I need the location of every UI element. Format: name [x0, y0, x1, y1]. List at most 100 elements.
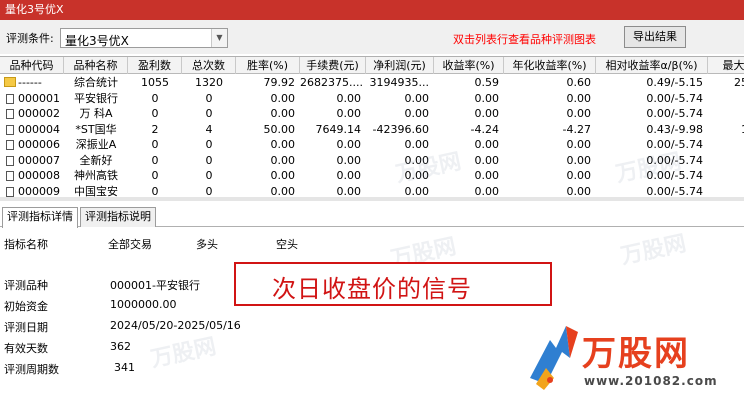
cell-max: [708, 153, 744, 169]
col-header-return[interactable]: 收益率(%): [434, 57, 504, 74]
cell-name: 深振业A: [75, 138, 117, 151]
export-results-button[interactable]: 导出结果: [624, 26, 686, 48]
cell-return: 0.59: [474, 76, 500, 89]
col-header-total[interactable]: 总次数: [182, 57, 236, 74]
cell-code: 000001: [0, 91, 64, 107]
cell-wins: 2: [151, 122, 159, 136]
table-row[interactable]: 000006 深振业A 0 0 0.00 0.00 0.00 0.00 0.00 0.00/-5.…: [0, 137, 744, 153]
watermark-logo: 万股网: [618, 231, 689, 270]
cell-wins: 1055: [141, 76, 169, 89]
brand-name: 万股网: [582, 334, 690, 374]
detail-header-all: 全部交易: [108, 238, 152, 251]
cell-fee: 0.00: [336, 184, 362, 198]
cell-fee: 7649.14: [315, 122, 362, 136]
folder-icon: [4, 77, 16, 87]
cell-max: [708, 184, 744, 199]
detail-value-valid-days: 362: [110, 340, 131, 353]
cell-return: 0.00: [474, 91, 500, 105]
cell-code: ------: [0, 75, 64, 91]
cell-total: 0: [205, 91, 213, 105]
cell-fee: 0.00: [336, 169, 362, 182]
cell-code: 000004: [0, 122, 64, 138]
detail-value-capital: 1000000.00: [110, 298, 177, 311]
col-header-fee[interactable]: 手续费(元): [300, 57, 366, 74]
cell-code: 000002: [0, 106, 64, 122]
tab-metric-details[interactable]: 评测指标详情: [2, 207, 78, 228]
cell-winrate: 0.00: [270, 91, 296, 105]
cell-wins: 0: [151, 153, 159, 167]
col-header-profit[interactable]: 净利润(元): [366, 57, 434, 74]
cell-relative-return: 0.43/-9.98: [646, 122, 703, 136]
detail-value-date: 2024/05/20-2025/05/16: [110, 319, 241, 332]
cell-total: 1320: [195, 76, 223, 89]
watermark-logo: 万股网: [148, 334, 219, 373]
cell-profit: 0.00: [404, 169, 430, 182]
table-row[interactable]: 000008 神州高铁 0 0 0.00 0.00 0.00 0.00 0.00 0.00/-5.…: [0, 168, 744, 184]
cell-max: [708, 137, 744, 153]
detail-header-long: 多头: [196, 238, 218, 251]
table-row[interactable]: 000007 全新好 0 0 0.00 0.00 0.00 0.00 0.00 0.00/-5.7…: [0, 153, 744, 169]
cell-relative-return: 0.00/-5.74: [646, 91, 703, 105]
col-header-wins[interactable]: 盈利数: [128, 57, 182, 74]
chevron-down-icon[interactable]: ▼: [211, 29, 227, 47]
cell-name: 全新好: [79, 153, 113, 167]
table-row[interactable]: 000002 万 科A 0 0 0.00 0.00 0.00 0.00 0.00 0.00/-5.…: [0, 106, 744, 122]
cell-code: 000008: [0, 168, 64, 184]
cell-max: [708, 91, 744, 107]
document-icon: [6, 93, 14, 104]
cell-return: 0.00: [474, 153, 500, 167]
col-header-relative-return[interactable]: 相对收益率α/β(%): [596, 57, 708, 74]
col-header-annual-return[interactable]: 年化收益率(%): [504, 57, 596, 74]
cell-fee: 0.00: [336, 138, 362, 151]
cell-fee: 2682375....: [300, 76, 363, 89]
hint-text: 双击列表行查看品种评测图表: [453, 33, 596, 46]
cell-max: 12: [708, 122, 744, 138]
cell-code-text: 000004: [18, 122, 60, 136]
cell-wins: 0: [151, 138, 159, 151]
table-header: 品种代码 品种名称 盈利数 总次数 胜率(%) 手续费(元) 净利润(元) 收益…: [0, 57, 744, 74]
detail-value-periods: 341: [114, 361, 135, 374]
table-row[interactable]: 000004 *ST国华 2 4 50.00 7649.14 -42396.60 -4.24 -…: [0, 122, 744, 138]
cell-total: 0: [205, 169, 213, 182]
table-row[interactable]: 000009 中国宝安 0 0 0.00 0.00 0.00 0.00 0.00 0.00/-5.…: [0, 184, 744, 199]
document-icon: [6, 155, 14, 166]
cell-max: 250: [734, 76, 744, 89]
cell-winrate: 0.00: [270, 138, 296, 151]
cell-code: 000009: [0, 184, 64, 199]
brand-url: www.201082.com: [584, 374, 718, 388]
cell-annual-return: 0.00: [566, 184, 592, 198]
tab-metric-explanation[interactable]: 评测指标说明: [80, 207, 156, 227]
cell-max: [708, 106, 744, 122]
cell-total: 0: [205, 184, 213, 198]
condition-select-value: 量化3号优X: [65, 34, 129, 48]
cell-return: 0.00: [474, 107, 500, 120]
col-header-name[interactable]: 品种名称: [64, 57, 128, 74]
cell-return: 0.00: [474, 184, 500, 198]
cell-code-text: 000009: [18, 184, 60, 198]
col-header-max[interactable]: 最大: [708, 57, 744, 74]
cell-total: 0: [205, 138, 213, 151]
document-icon: [6, 109, 14, 119]
cell-profit: 0.00: [404, 91, 430, 105]
toolbar: 评测条件: 量化3号优X ▼ 双击列表行查看品种评测图表 导出结果: [0, 20, 744, 54]
cell-relative-return: 0.00/-5.74: [646, 107, 703, 120]
table-row[interactable]: 000001 平安银行 0 0 0.00 0.00 0.00 0.00 0.00 0.00/-5.…: [0, 91, 744, 107]
table-row[interactable]: ------ 综合统计 1055 1320 79.92 2682375.... 319493…: [0, 75, 744, 91]
cell-wins: 0: [151, 169, 159, 182]
brand-logo: 万股网 www.201082.com: [520, 318, 740, 394]
horizontal-scrollbar[interactable]: [0, 197, 744, 201]
cell-name: 神州高铁: [74, 169, 118, 182]
cell-wins: 0: [151, 184, 159, 198]
condition-select[interactable]: 量化3号优X ▼: [60, 28, 228, 48]
cell-winrate: 50.00: [263, 122, 296, 136]
document-icon: [6, 124, 14, 135]
cell-annual-return: 0.00: [566, 107, 592, 120]
cell-name: 万 科A: [79, 107, 113, 120]
col-header-winrate[interactable]: 胜率(%): [236, 57, 300, 74]
cell-annual-return: 0.00: [566, 138, 592, 151]
col-header-code[interactable]: 品种代码: [0, 57, 64, 74]
table-body: ------ 综合统计 1055 1320 79.92 2682375.... 319493…: [0, 75, 744, 198]
cell-fee: 0.00: [336, 91, 362, 105]
cell-return: -4.24: [470, 122, 499, 136]
cell-profit: 0.00: [404, 138, 430, 151]
